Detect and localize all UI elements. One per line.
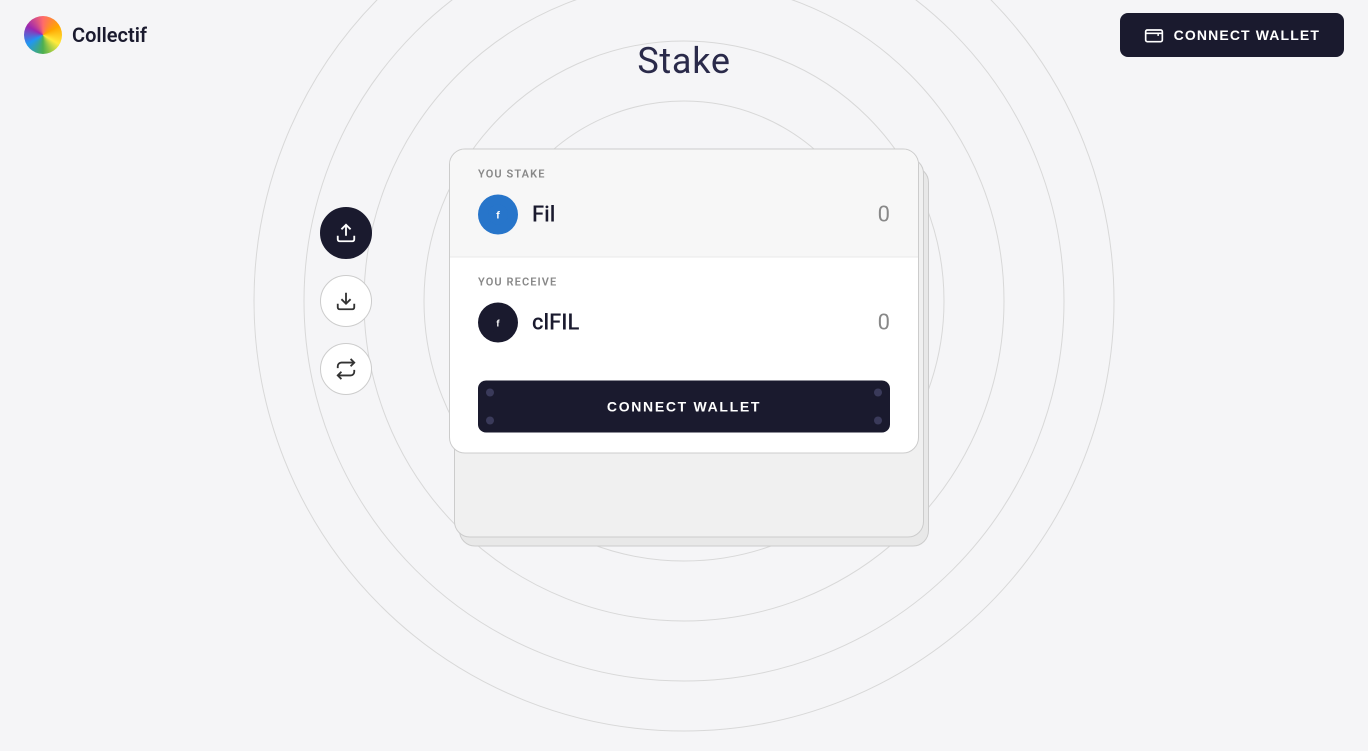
swap-icon: [335, 358, 357, 380]
logo-text: Collectif: [72, 23, 147, 47]
clfil-token-icon: f: [478, 303, 518, 343]
you-stake-label: YOU STAKE: [478, 168, 890, 181]
withdraw-icon: [335, 290, 357, 312]
page-title: Stake: [637, 40, 730, 82]
btn-corner-tl: [486, 417, 494, 425]
swap-nav-button[interactable]: [320, 343, 372, 395]
logo-icon: [24, 16, 62, 54]
stake-token-row: f Fil 0: [478, 195, 890, 235]
receive-token-amount: 0: [878, 310, 890, 335]
stake-token-name: Fil: [532, 202, 864, 227]
receive-token-row: f clFIL 0: [478, 303, 890, 343]
logo: Collectif: [24, 16, 147, 54]
connect-wallet-main-label: CONNECT WALLET: [607, 399, 761, 415]
stake-icon: [335, 222, 357, 244]
card-stack: YOU STAKE f Fil 0 YOU RECEIVE: [449, 149, 919, 454]
connect-wallet-header-label: CONNECT WALLET: [1174, 27, 1320, 43]
wallet-icon: [1144, 25, 1164, 45]
fil-logo: f: [486, 203, 510, 227]
clfil-logo: f: [486, 311, 510, 335]
stake-card: YOU STAKE f Fil 0 YOU RECEIVE: [449, 149, 919, 454]
stake-token-amount: 0: [878, 202, 890, 227]
receive-token-name: clFIL: [532, 310, 864, 335]
svg-text:f: f: [496, 211, 500, 222]
stake-nav-button[interactable]: [320, 207, 372, 259]
you-receive-label: YOU RECEIVE: [478, 276, 890, 289]
you-receive-section: YOU RECEIVE f clFIL 0: [450, 258, 918, 365]
connect-wallet-main-button[interactable]: CONNECT WALLET: [478, 381, 890, 433]
you-stake-section: YOU STAKE f Fil 0: [450, 150, 918, 257]
withdraw-nav-button[interactable]: [320, 275, 372, 327]
side-nav: [320, 207, 372, 395]
fil-token-icon: f: [478, 195, 518, 235]
connect-wallet-header-button[interactable]: CONNECT WALLET: [1120, 13, 1344, 57]
btn-corner-br: [874, 417, 882, 425]
card-footer: CONNECT WALLET: [450, 365, 918, 453]
